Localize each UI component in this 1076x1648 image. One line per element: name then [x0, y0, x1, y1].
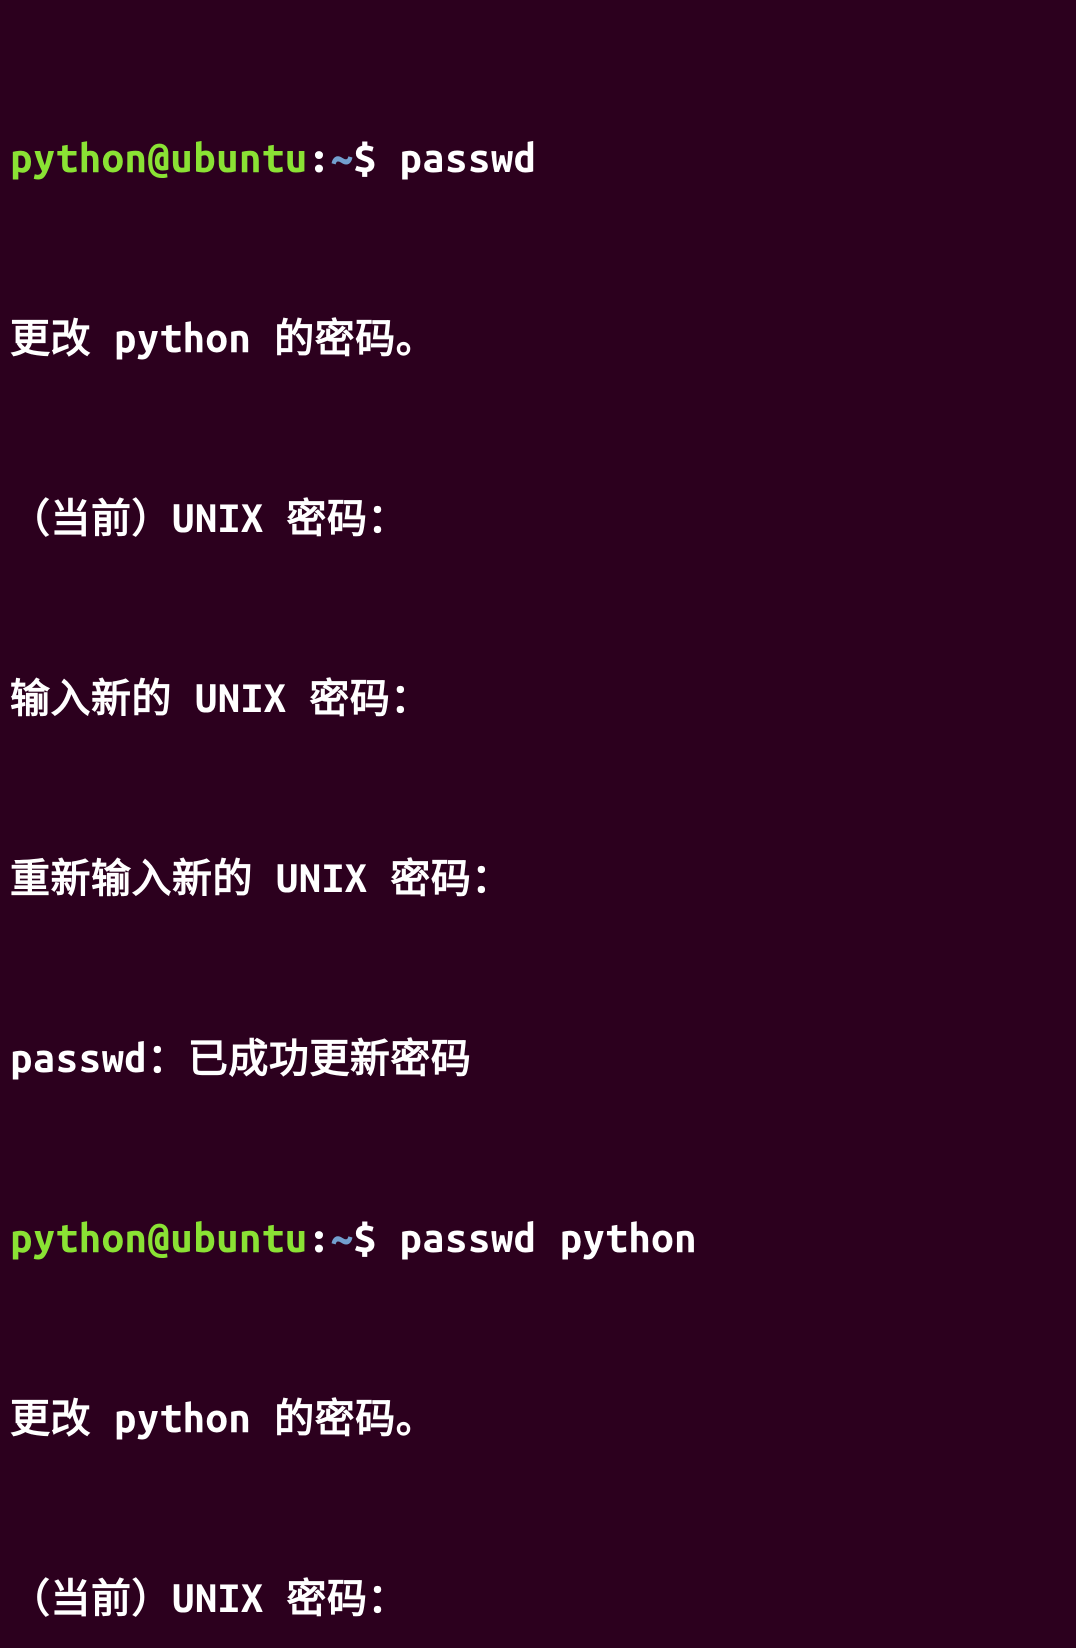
prompt-line-2: python@ubuntu:~$ passwd python: [10, 1208, 1066, 1268]
path: ~: [331, 1215, 354, 1260]
output-line: 重新输入新的 UNIX 密码：: [10, 848, 1066, 908]
colon: :: [308, 135, 331, 180]
prompt-symbol: $: [354, 135, 377, 180]
output-line: 更改 python 的密码。: [10, 1388, 1066, 1448]
output-line: （当前）UNIX 密码：: [10, 488, 1066, 548]
prompt-line-1: python@ubuntu:~$ passwd: [10, 128, 1066, 188]
prompt-symbol: $: [354, 1215, 377, 1260]
command-input: passwd python: [399, 1215, 697, 1260]
terminal-window[interactable]: python@ubuntu:~$ passwd 更改 python 的密码。 （…: [10, 8, 1066, 1648]
output-line: 输入新的 UNIX 密码：: [10, 668, 1066, 728]
path: ~: [331, 135, 354, 180]
output-line: （当前）UNIX 密码：: [10, 1568, 1066, 1628]
command-input: passwd: [399, 135, 536, 180]
output-line: 更改 python 的密码。: [10, 308, 1066, 368]
output-line: passwd：已成功更新密码: [10, 1028, 1066, 1088]
user-host: python@ubuntu: [10, 135, 308, 180]
colon: :: [308, 1215, 331, 1260]
user-host: python@ubuntu: [10, 1215, 308, 1260]
